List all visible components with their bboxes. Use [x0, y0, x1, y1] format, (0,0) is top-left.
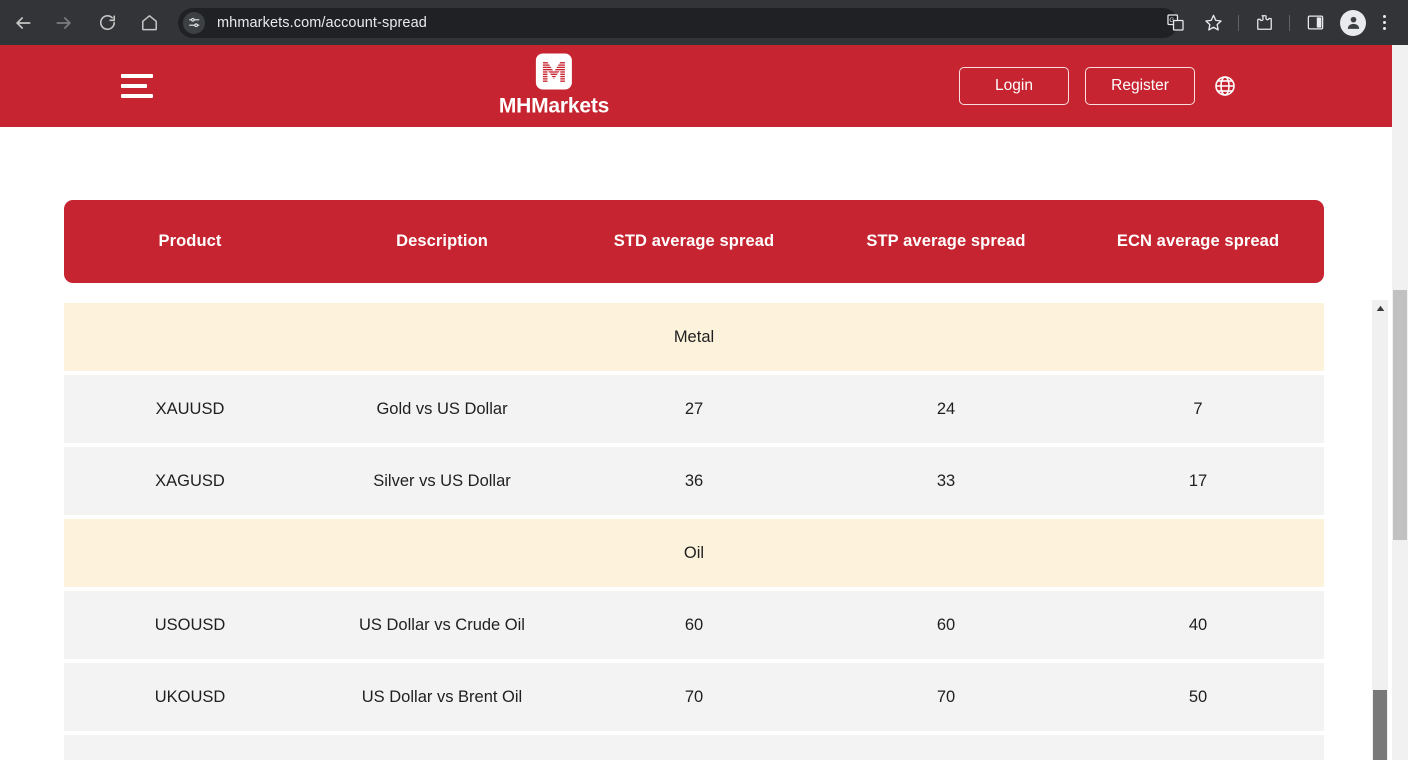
reload-icon[interactable]	[91, 7, 123, 39]
browser-toolbar: mhmarkets.com/account-spread G	[0, 0, 1408, 45]
cell-description: US Dollar vs Brent Oil	[361, 687, 523, 706]
page-viewport: MHMarkets Login Register Product Descrip…	[0, 45, 1392, 760]
site-header: MHMarkets Login Register	[0, 45, 1392, 127]
cell-ecn-spread: 50	[1188, 687, 1208, 706]
table-group-row: Metal	[64, 303, 1324, 371]
cell-product: UKOUSD	[154, 687, 226, 706]
table-group-row: Oil	[64, 519, 1324, 587]
group-label: Oil	[683, 543, 705, 562]
group-label: Metal	[673, 327, 715, 346]
cell-product: XAGUSD	[155, 471, 225, 490]
browser-toolbar-right: G	[1156, 0, 1408, 45]
page-scrollbar[interactable]	[1392, 45, 1408, 760]
brand-logo[interactable]: MHMarkets	[498, 53, 610, 119]
page-scrollbar-thumb[interactable]	[1393, 290, 1407, 540]
scroll-up-arrow-icon[interactable]	[1372, 300, 1388, 317]
table-header-row: Product Description STD average spread S…	[64, 200, 1324, 283]
table-row: XAUUSD Gold vs US Dollar 27 24 7	[64, 375, 1324, 443]
cell-stp-spread: 24	[936, 399, 956, 418]
avatar-icon[interactable]	[1340, 9, 1366, 36]
register-button[interactable]: Register	[1085, 67, 1195, 105]
spread-table: Product Description STD average spread S…	[64, 200, 1388, 760]
cell-ecn-spread: 17	[1188, 471, 1208, 490]
cell-ecn-spread: 40	[1188, 615, 1208, 634]
cell-ecn-spread: 7	[1193, 399, 1203, 418]
cell-stp-spread: 60	[936, 615, 956, 634]
cell-std-spread: 60	[684, 615, 704, 634]
toolbar-divider	[1238, 14, 1239, 31]
address-bar[interactable]: mhmarkets.com/account-spread	[178, 7, 1178, 38]
hamburger-menu-icon[interactable]	[121, 74, 153, 98]
table-row: XNGUSD Natural Gas vs US Dollar 151 148 …	[64, 735, 1324, 760]
cell-product: XAUUSD	[155, 399, 225, 418]
brand-name: MHMarkets	[498, 94, 610, 118]
svg-text:G: G	[1169, 17, 1174, 24]
column-header-stp-average-spread: STP average spread	[866, 232, 1026, 250]
home-icon[interactable]	[133, 7, 165, 39]
cell-stp-spread: 70	[936, 687, 956, 706]
cell-description: Silver vs US Dollar	[373, 471, 511, 490]
login-button[interactable]: Login	[959, 67, 1069, 105]
cell-stp-spread: 33	[936, 471, 956, 490]
globe-icon[interactable]	[1211, 72, 1239, 100]
address-bar-url: mhmarkets.com/account-spread	[217, 14, 427, 31]
puzzle-icon[interactable]	[1248, 7, 1280, 39]
toolbar-divider	[1289, 14, 1290, 31]
cell-product: USOUSD	[154, 615, 226, 634]
table-scrollbar-thumb[interactable]	[1373, 690, 1387, 760]
tune-icon[interactable]	[183, 11, 205, 34]
column-header-std-average-spread: STD average spread	[613, 232, 775, 250]
three-dot-menu-icon[interactable]	[1372, 15, 1396, 30]
forward-arrow-icon[interactable]	[48, 7, 80, 39]
column-header-ecn-average-spread: ECN average spread	[1116, 232, 1280, 250]
cell-std-spread: 36	[684, 471, 704, 490]
table-row: XAGUSD Silver vs US Dollar 36 33 17	[64, 447, 1324, 515]
translate-icon[interactable]: G	[1159, 7, 1191, 39]
table-scrollbar[interactable]	[1372, 300, 1388, 760]
table-row: UKOUSD US Dollar vs Brent Oil 70 70 50	[64, 663, 1324, 731]
header-actions: Login Register	[959, 67, 1239, 105]
back-arrow-icon[interactable]	[7, 7, 39, 39]
table-row: USOUSD US Dollar vs Crude Oil 60 60 40	[64, 591, 1324, 659]
cell-std-spread: 70	[684, 687, 704, 706]
star-icon[interactable]	[1197, 7, 1229, 39]
column-header-description: Description	[396, 232, 488, 250]
side-panel-icon[interactable]	[1299, 7, 1331, 39]
table-body-scroll-area[interactable]: Metal XAUUSD Gold vs US Dollar 27 24 7 X…	[64, 303, 1324, 760]
cell-description: Gold vs US Dollar	[376, 399, 508, 418]
cell-std-spread: 27	[684, 399, 704, 418]
cell-description: US Dollar vs Crude Oil	[359, 615, 525, 634]
mhmarkets-logo-icon	[535, 53, 572, 90]
column-header-product: Product	[158, 232, 222, 250]
